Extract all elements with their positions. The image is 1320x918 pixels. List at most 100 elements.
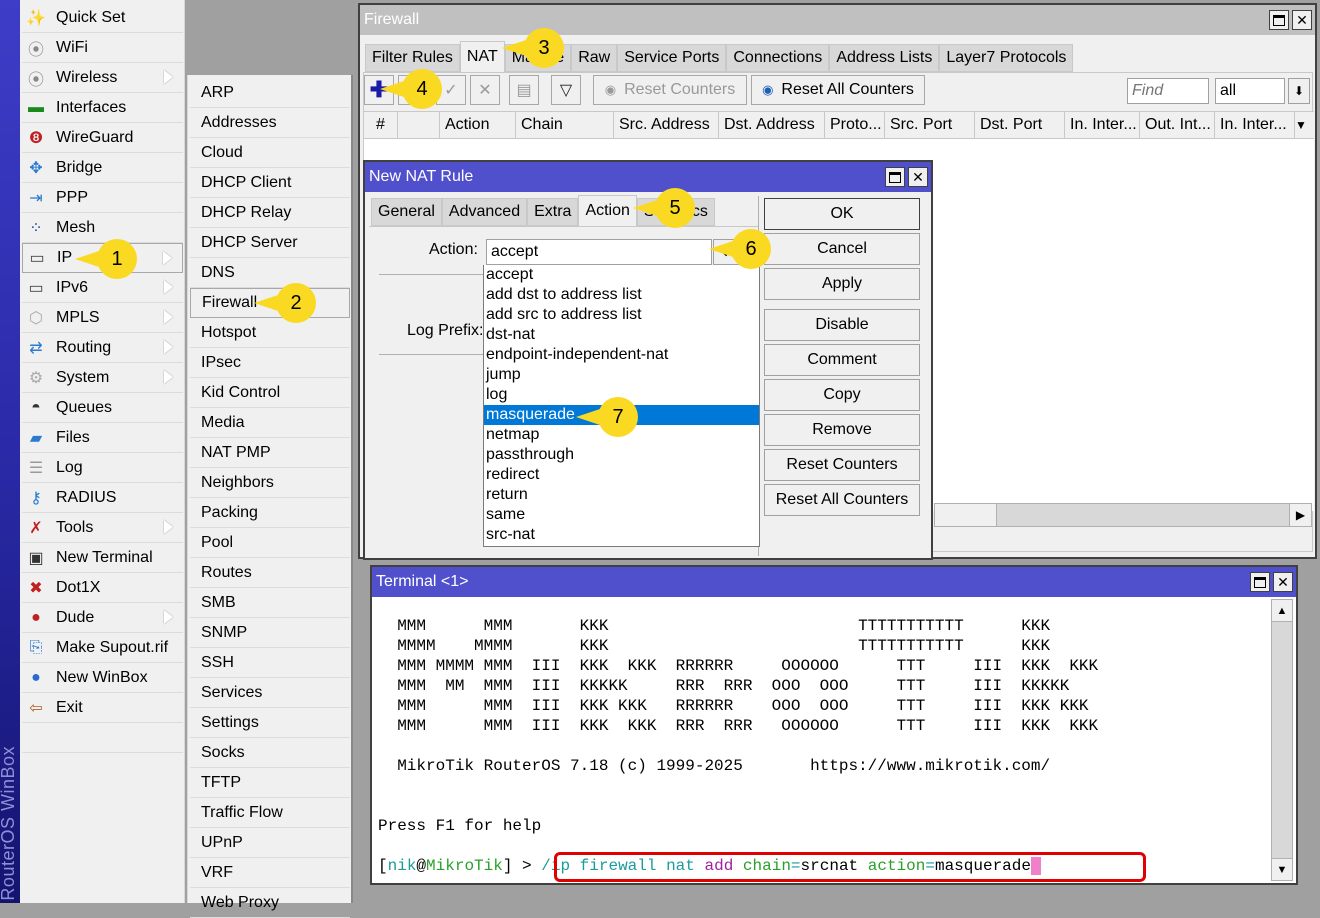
menu-item-interfaces[interactable]: ▬ Interfaces (22, 93, 183, 123)
submenu-item-upnp[interactable]: UPnP (190, 828, 350, 858)
terminal-maximize-button[interactable] (1250, 572, 1270, 592)
dropdown-option[interactable]: endpoint-independent-nat (484, 345, 759, 365)
menu-item-quick-set[interactable]: ✨ Quick Set (22, 3, 183, 33)
submenu-item-tftp[interactable]: TFTP (190, 768, 350, 798)
close-button[interactable]: ✕ (1292, 10, 1312, 30)
dropdown-option[interactable]: passthrough (484, 445, 759, 465)
column-header[interactable]: Chain (516, 112, 614, 138)
tab-nat[interactable]: NAT (459, 41, 505, 72)
menu-item-new-winbox[interactable]: ● New WinBox (22, 663, 183, 693)
tab-service-ports[interactable]: Service Ports (617, 44, 727, 72)
menu-item-ppp[interactable]: ⇥ PPP (22, 183, 183, 213)
dialog-tab-general[interactable]: General (371, 198, 442, 226)
menu-item-bridge[interactable]: ✥ Bridge (22, 153, 183, 183)
horizontal-scrollbar[interactable]: ▶ (934, 503, 1312, 527)
menu-item-ipv6[interactable]: ▭ IPv6 (22, 273, 183, 303)
column-header[interactable]: In. Inter... (1215, 112, 1295, 138)
menu-item-queues[interactable]: ◓ Queues (22, 393, 183, 423)
menu-item-dot1x[interactable]: ✖ Dot1X (22, 573, 183, 603)
cancel-button[interactable]: Cancel (764, 233, 920, 265)
column-header[interactable]: Out. Int... (1140, 112, 1215, 138)
filter-select[interactable]: all (1215, 78, 1285, 104)
submenu-item-hotspot[interactable]: Hotspot (190, 318, 350, 348)
copy-button[interactable]: Copy (764, 379, 920, 411)
column-header[interactable]: Src. Port (885, 112, 975, 138)
menu-item-tools[interactable]: ✗ Tools (22, 513, 183, 543)
comment-button[interactable]: ▤ (509, 75, 539, 105)
menu-item-system[interactable]: ⚙ System (22, 363, 183, 393)
dropdown-option[interactable]: add src to address list (484, 305, 759, 325)
terminal-output[interactable]: MMM MMM KKK TTTTTTTTTTT KKK MMMM MMMM KK… (372, 597, 1270, 883)
dropdown-option[interactable]: jump (484, 365, 759, 385)
terminal-close-button[interactable]: ✕ (1273, 572, 1293, 592)
submenu-item-media[interactable]: Media (190, 408, 350, 438)
menu-item-wireless[interactable]: ⦿ Wireless (22, 63, 183, 93)
dialog-maximize-button[interactable] (885, 167, 905, 187)
menu-item-make-supout-rif[interactable]: ⎘ Make Supout.rif (22, 633, 183, 663)
column-header[interactable]: Src. Address (614, 112, 719, 138)
submenu-item-smb[interactable]: SMB (190, 588, 350, 618)
submenu-item-routes[interactable]: Routes (190, 558, 350, 588)
find-input[interactable] (1127, 78, 1209, 104)
submenu-item-dhcp-relay[interactable]: DHCP Relay (190, 198, 350, 228)
submenu-item-services[interactable]: Services (190, 678, 350, 708)
submenu-item-pool[interactable]: Pool (190, 528, 350, 558)
dropdown-option[interactable]: accept (484, 265, 759, 285)
submenu-item-snmp[interactable]: SNMP (190, 618, 350, 648)
submenu-item-dns[interactable]: DNS (190, 258, 350, 288)
column-header[interactable]: In. Inter... (1065, 112, 1140, 138)
vertical-scrollbar[interactable]: ▲ ▼ (1271, 599, 1293, 881)
scroll-down-button[interactable]: ▼ (1272, 858, 1292, 880)
tab-raw[interactable]: Raw (571, 44, 618, 72)
submenu-item-socks[interactable]: Socks (190, 738, 350, 768)
column-header[interactable] (398, 112, 440, 138)
submenu-item-ssh[interactable]: SSH (190, 648, 350, 678)
scrollbar-thumb[interactable] (935, 504, 997, 526)
column-header[interactable]: Action (440, 112, 516, 138)
scroll-right-button[interactable]: ▶ (1289, 504, 1311, 526)
remove-button[interactable]: Remove (764, 414, 920, 446)
tab-address-lists[interactable]: Address Lists (829, 44, 940, 72)
submenu-item-arp[interactable]: ARP (190, 78, 350, 108)
reset-counters-button[interactable]: Reset Counters (764, 449, 920, 481)
menu-item-files[interactable]: ▰ Files (22, 423, 183, 453)
tab-connections[interactable]: Connections (726, 44, 830, 72)
dropdown-option[interactable]: same (484, 505, 759, 525)
comment-button[interactable]: Comment (764, 344, 920, 376)
tab-layer7-protocols[interactable]: Layer7 Protocols (939, 44, 1074, 72)
maximize-button[interactable] (1269, 10, 1289, 30)
firewall-titlebar[interactable]: Firewall ✕ (360, 5, 1315, 35)
column-chooser-button[interactable]: ▼ (1290, 114, 1312, 136)
reset-all-counters-button[interactable]: ◉ Reset All Counters (751, 75, 925, 105)
menu-item-log[interactable]: ☰ Log (22, 453, 183, 483)
dialog-tab-action[interactable]: Action (578, 195, 637, 226)
disable-button[interactable]: ✕ (470, 75, 500, 105)
menu-item-radius[interactable]: ⚷ RADIUS (22, 483, 183, 513)
dropdown-option[interactable]: add dst to address list (484, 285, 759, 305)
menu-item-dude[interactable]: ● Dude (22, 603, 183, 633)
dialog-titlebar[interactable]: New NAT Rule ✕ (365, 162, 931, 192)
dropdown-option[interactable]: dst-nat (484, 325, 759, 345)
column-header[interactable]: Dst. Address (719, 112, 825, 138)
terminal-titlebar[interactable]: Terminal <1> ✕ (372, 567, 1296, 597)
dropdown-option[interactable]: src-nat (484, 525, 759, 545)
submenu-item-neighbors[interactable]: Neighbors (190, 468, 350, 498)
menu-item-mpls[interactable]: ⬡ MPLS (22, 303, 183, 333)
submenu-item-cloud[interactable]: Cloud (190, 138, 350, 168)
ok-button[interactable]: OK (764, 198, 920, 230)
dropdown-option[interactable]: return (484, 485, 759, 505)
menu-item-new-terminal[interactable]: ▣ New Terminal (22, 543, 183, 573)
filter-dropdown-button[interactable]: ⬇ (1288, 78, 1310, 104)
action-select[interactable]: accept (486, 239, 712, 265)
dialog-close-button[interactable]: ✕ (908, 167, 928, 187)
reset-all-counters-button[interactable]: Reset All Counters (764, 484, 920, 516)
dropdown-option[interactable]: redirect (484, 465, 759, 485)
menu-item-wifi[interactable]: ⦿ WiFi (22, 33, 183, 63)
submenu-item-web-proxy[interactable]: Web Proxy (190, 888, 350, 918)
submenu-item-nat-pmp[interactable]: NAT PMP (190, 438, 350, 468)
disable-button[interactable]: Disable (764, 309, 920, 341)
reset-counters-button[interactable]: ◉ Reset Counters (593, 75, 747, 105)
column-header[interactable]: Dst. Port (975, 112, 1065, 138)
submenu-item-dhcp-client[interactable]: DHCP Client (190, 168, 350, 198)
apply-button[interactable]: Apply (764, 268, 920, 300)
